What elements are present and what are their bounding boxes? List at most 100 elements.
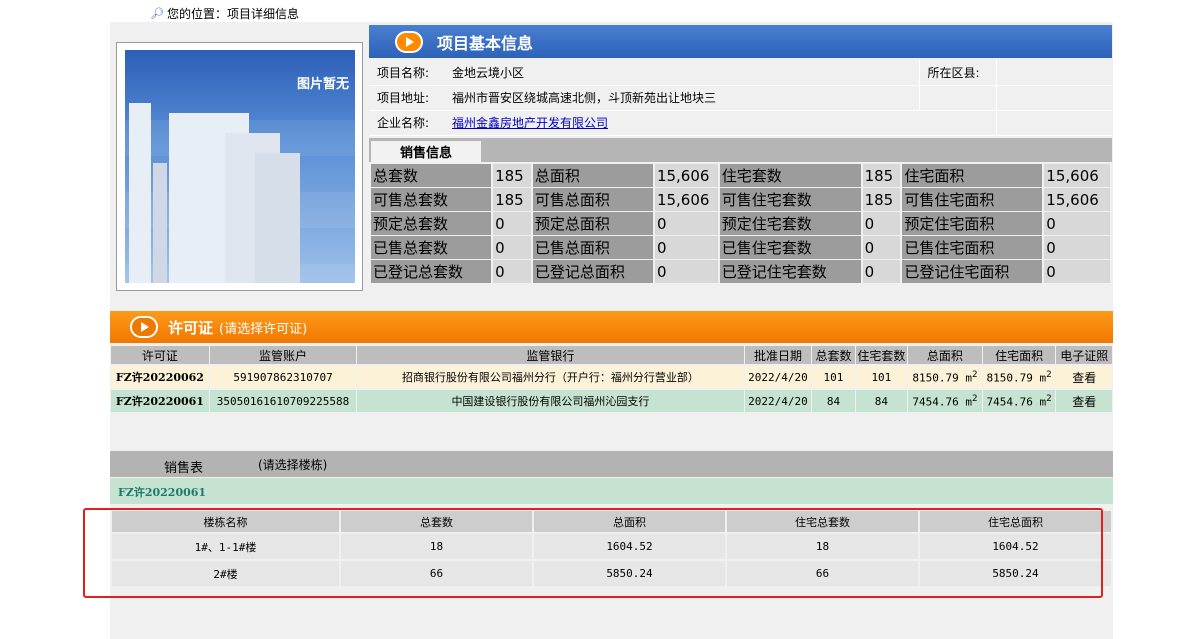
sales-metric-value: 0 bbox=[862, 236, 901, 259]
sales-info-table: 总套数 185 总面积 15,606 住宅套数 185 住宅面积 15,606 可售总套数 185… bbox=[369, 163, 1112, 284]
breadcrumb-text: 您的位置：项目详细信息 bbox=[166, 6, 299, 21]
sales-metric-label: 已登记住宅套数 bbox=[719, 260, 861, 283]
sales-metric-value: 185 bbox=[862, 164, 901, 187]
sales-info-row: 预定总套数 0 预定总面积 0 预定住宅套数 0 预定住宅面积 0 bbox=[371, 212, 1110, 235]
sales-metric-label: 总套数 bbox=[371, 164, 492, 187]
sales-metric-value: 0 bbox=[1044, 212, 1110, 235]
sales-table-bar: 销售表 (请选择楼栋) bbox=[110, 451, 1113, 477]
sales-metric-label: 已登记住宅面积 bbox=[902, 260, 1043, 283]
permit-title: 许可证 bbox=[168, 318, 214, 337]
sales-metric-label: 住宅面积 bbox=[902, 164, 1043, 187]
sales-metric-label: 住宅套数 bbox=[719, 164, 861, 187]
building-column-header: 住宅总面积 bbox=[920, 511, 1111, 532]
area-unit-exponent: 2 bbox=[1046, 393, 1052, 405]
sales-metric-label: 已售总套数 bbox=[371, 236, 492, 259]
sales-metric-value: 15,606 bbox=[654, 188, 718, 211]
view-certificate-link[interactable]: 查看 bbox=[1056, 366, 1112, 388]
sales-metric-label: 可售住宅面积 bbox=[902, 188, 1043, 211]
building-column-header: 总套数 bbox=[341, 511, 532, 532]
building-name[interactable]: 2#楼 bbox=[112, 561, 339, 586]
permit-row[interactable]: FZ许20220062 591907862310707 招商银行股份有限公司福州分行… bbox=[111, 366, 1112, 388]
sales-metric-value: 0 bbox=[862, 212, 901, 235]
building-metric: 18 bbox=[341, 534, 532, 559]
sales-metric-label: 预定总套数 bbox=[371, 212, 492, 235]
building-metric: 18 bbox=[727, 534, 918, 559]
address-label: 项目地址: bbox=[369, 85, 444, 111]
sales-metric-value: 0 bbox=[862, 260, 901, 283]
permit-res-area: 8150.79 m2 bbox=[982, 366, 1056, 388]
project-photo-frame: 图片暂无 bbox=[116, 42, 363, 291]
sales-metric-label: 总面积 bbox=[532, 164, 653, 187]
permit-row[interactable]: FZ许20220061 35050161610709225588 中国建设银行股份有… bbox=[111, 390, 1112, 412]
company-link[interactable]: 福州金鑫房地产开发有限公司 bbox=[452, 116, 608, 130]
sales-metric-value: 185 bbox=[493, 188, 531, 211]
sales-metric-label: 已售总面积 bbox=[532, 236, 653, 259]
sales-metric-label: 预定住宅套数 bbox=[719, 212, 861, 235]
sales-metric-label: 预定总面积 bbox=[532, 212, 653, 235]
sales-metric-label: 可售住宅套数 bbox=[719, 188, 861, 211]
location-pin-icon: 🔎︎ bbox=[150, 6, 164, 20]
play-arrow-icon bbox=[130, 316, 158, 338]
permit-account: 35050161610709225588 bbox=[209, 390, 357, 412]
view-certificate-link[interactable]: 查看 bbox=[1056, 390, 1112, 412]
sales-metric-value: 0 bbox=[654, 212, 718, 235]
permit-header: 许可证 (请选择许可证) bbox=[110, 311, 1113, 343]
sales-metric-value: 15,606 bbox=[1044, 164, 1110, 187]
sales-metric-value: 0 bbox=[654, 260, 718, 283]
building-metric: 66 bbox=[341, 561, 532, 586]
permit-date: 2022/4/20 bbox=[744, 366, 812, 388]
permit-date: 2022/4/20 bbox=[744, 390, 812, 412]
district-value bbox=[995, 60, 1112, 86]
basic-info-title: 项目基本信息 bbox=[437, 33, 534, 53]
area-unit-exponent: 2 bbox=[971, 393, 978, 405]
breadcrumb: 🔎︎ 您的位置：项目详细信息 bbox=[150, 4, 299, 22]
sales-metric-value: 185 bbox=[862, 188, 901, 211]
permit-column-header: 住宅套数 bbox=[855, 346, 908, 364]
tab-sales-info[interactable]: 销售信息 bbox=[371, 141, 481, 162]
permit-column-header: 监管银行 bbox=[357, 346, 744, 364]
basic-info-table: 项目名称: 金地云境小区 所在区县: 项目地址: 福州市晋安区绕城高速北侧，斗顶… bbox=[369, 60, 1112, 136]
permit-number[interactable]: FZ许20220061 bbox=[111, 390, 209, 412]
permit-column-header: 住宅面积 bbox=[982, 346, 1056, 364]
selected-permit-bar: FZ许20220061 bbox=[110, 478, 1113, 504]
sales-metric-value: 0 bbox=[654, 236, 718, 259]
permit-total-units: 101 bbox=[812, 366, 855, 388]
building-metric: 1604.52 bbox=[534, 534, 725, 559]
building-metric: 5850.24 bbox=[920, 561, 1111, 586]
permit-column-header: 许可证 bbox=[111, 346, 209, 364]
permit-bank: 招商银行股份有限公司福州分行（开户行：福州分行营业部） bbox=[357, 366, 744, 388]
sales-info-row: 已登记总套数 0 已登记总面积 0 已登记住宅套数 0 已登记住宅面积 0 bbox=[371, 260, 1110, 283]
building-metric: 5850.24 bbox=[534, 561, 725, 586]
address-value: 福州市晋安区绕城高速北侧，斗顶新苑出让地块三 bbox=[444, 85, 919, 111]
no-image-label: 图片暂无 bbox=[296, 77, 349, 92]
building-row[interactable]: 2#楼 66 5850.24 66 5850.24 bbox=[112, 561, 1111, 586]
building-column-header: 住宅总套数 bbox=[727, 511, 918, 532]
sales-info-tabbar: 销售信息 bbox=[369, 138, 1112, 162]
sales-metric-label: 已登记总套数 bbox=[371, 260, 492, 283]
sales-info-row: 总套数 185 总面积 15,606 住宅套数 185 住宅面积 15,606 bbox=[371, 164, 1110, 187]
permit-number[interactable]: FZ许20220062 bbox=[111, 366, 209, 388]
project-name-value: 金地云境小区 bbox=[444, 60, 919, 86]
project-name-label: 项目名称: bbox=[369, 60, 444, 86]
sales-metric-value: 0 bbox=[493, 212, 531, 235]
district-label: 所在区县: bbox=[918, 60, 996, 86]
project-photo: 图片暂无 bbox=[125, 50, 355, 283]
building-column-header: 总面积 bbox=[534, 511, 725, 532]
building-column-header: 楼栋名称 bbox=[112, 511, 339, 532]
area-unit-exponent: 2 bbox=[1046, 369, 1052, 381]
permit-total-area: 8150.79 m2 bbox=[908, 366, 982, 388]
building-name[interactable]: 1#、1-1#楼 bbox=[112, 534, 339, 559]
building-metric: 1604.52 bbox=[920, 534, 1111, 559]
permit-subtitle: (请选择许可证) bbox=[219, 321, 308, 337]
building-metric: 66 bbox=[727, 561, 918, 586]
building-row[interactable]: 1#、1-1#楼 18 1604.52 18 1604.52 bbox=[112, 534, 1111, 559]
permit-column-header: 批准日期 bbox=[744, 346, 812, 364]
sales-info-row: 可售总套数 185 可售总面积 15,606 可售住宅套数 185 可售住宅面积 15,606 bbox=[371, 188, 1110, 211]
sales-table-subtitle: (请选择楼栋) bbox=[258, 458, 328, 472]
sales-table-title: 销售表 bbox=[164, 461, 204, 476]
permit-column-header: 监管账户 bbox=[209, 346, 357, 364]
sales-metric-label: 可售总套数 bbox=[371, 188, 492, 211]
permit-total-area: 7454.76 m2 bbox=[908, 390, 982, 412]
play-arrow-icon bbox=[395, 30, 423, 53]
sales-metric-value: 185 bbox=[493, 164, 531, 187]
